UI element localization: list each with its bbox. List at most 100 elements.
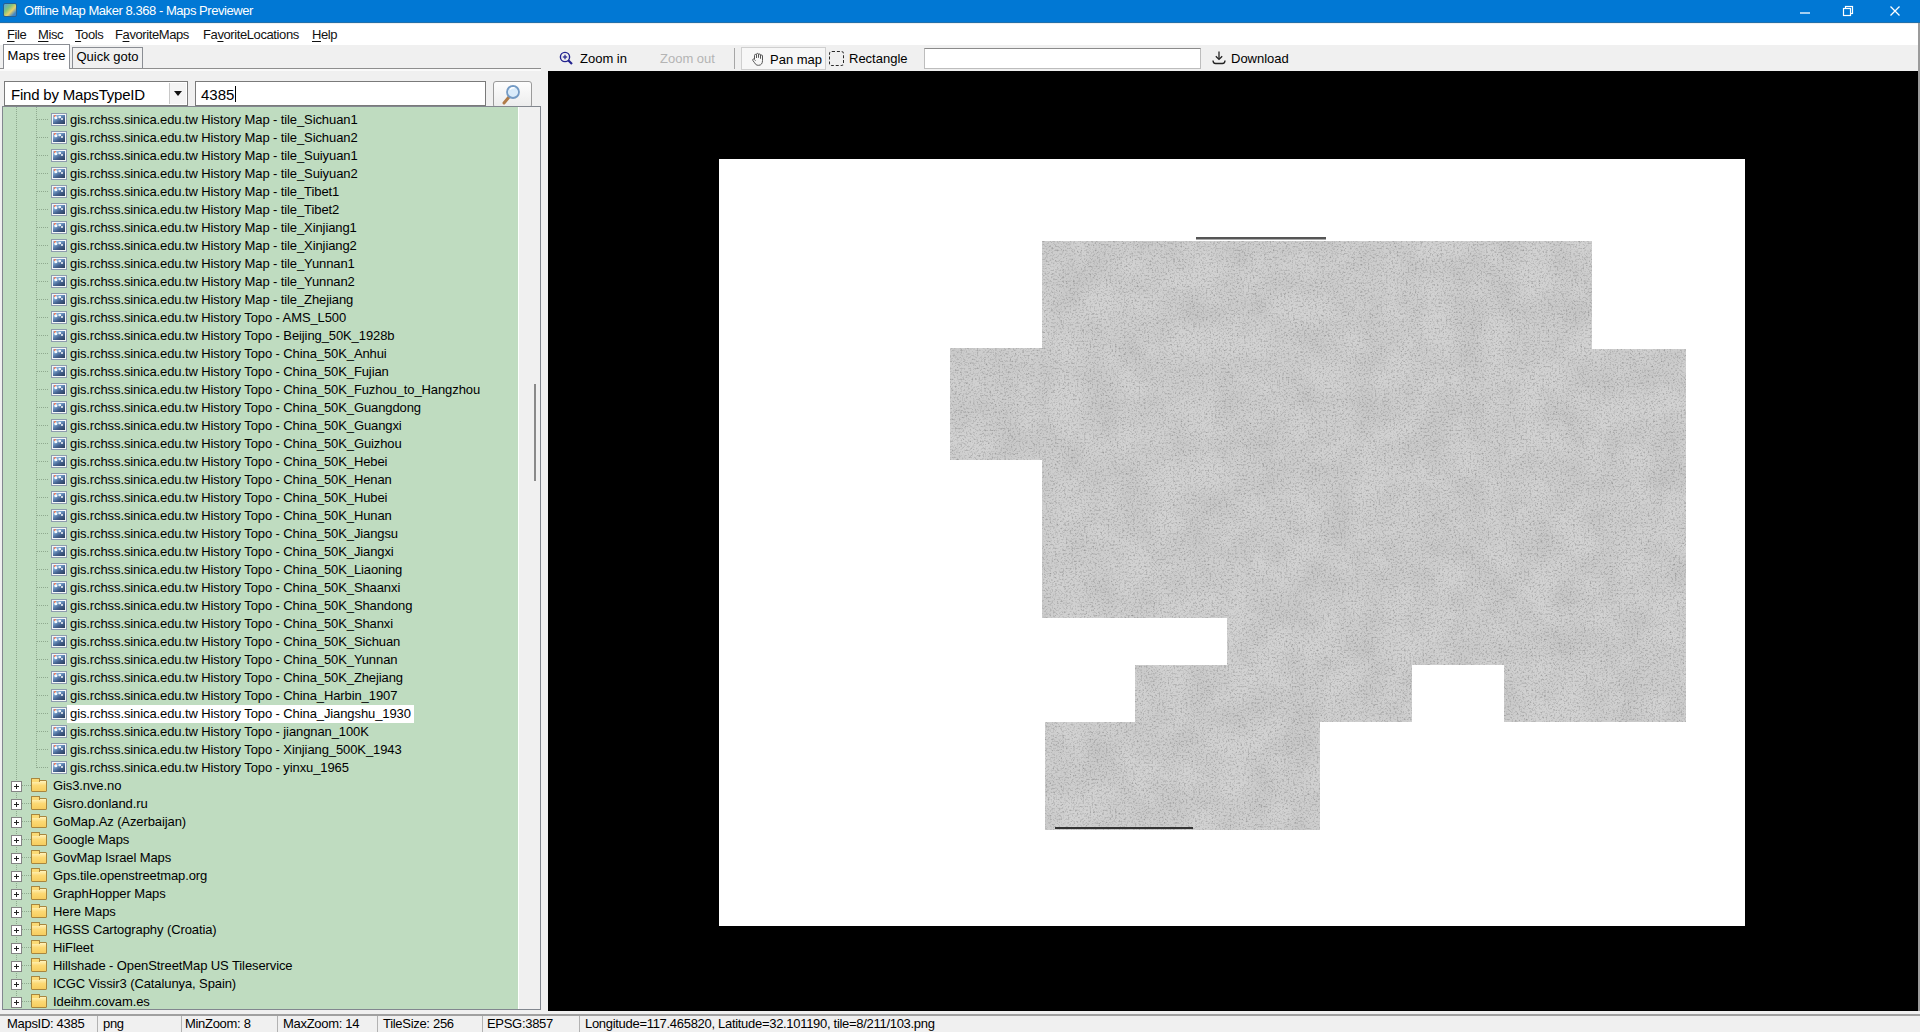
tree-item-label[interactable]: gis.rchss.sinica.edu.tw History Map - ti… [67,183,342,201]
expand-plus-icon[interactable] [11,835,22,846]
tree-item-label[interactable]: gis.rchss.sinica.edu.tw History Topo - C… [67,507,395,525]
tree-row[interactable]: HiFleet [3,939,519,957]
tree-row[interactable]: gis.rchss.sinica.edu.tw History Map - ti… [3,183,519,201]
tree-row[interactable]: gis.rchss.sinica.edu.tw History Topo - C… [3,525,519,543]
tree-folder-label[interactable]: Google Maps [50,831,132,849]
expand-plus-icon[interactable] [11,817,22,828]
tree-row[interactable]: gis.rchss.sinica.edu.tw History Map - ti… [3,219,519,237]
tree-row[interactable]: gis.rchss.sinica.edu.tw History Topo - C… [3,471,519,489]
tree-row[interactable]: gis.rchss.sinica.edu.tw History Map - ti… [3,165,519,183]
tree-folder-label[interactable]: Here Maps [50,903,119,921]
tree-row[interactable]: gis.rchss.sinica.edu.tw History Topo - C… [3,489,519,507]
tree-item-label[interactable]: gis.rchss.sinica.edu.tw History Map - ti… [67,273,358,291]
tree-row[interactable]: Hillshade - OpenStreetMap US Tileservice [3,957,519,975]
tree-row[interactable]: gis.rchss.sinica.edu.tw History Topo - C… [3,543,519,561]
tab-quick-goto[interactable]: Quick goto [72,47,143,68]
expand-plus-icon[interactable] [11,907,22,918]
tree-scrollbar[interactable] [521,107,540,1009]
tree-row[interactable]: gis.rchss.sinica.edu.tw History Map - ti… [3,273,519,291]
download-icon[interactable] [1211,50,1227,67]
tree-item-label[interactable]: gis.rchss.sinica.edu.tw History Topo - A… [67,309,349,327]
expand-plus-icon[interactable] [11,979,22,990]
tree-item-label[interactable]: gis.rchss.sinica.edu.tw History Topo - C… [67,543,397,561]
search-input[interactable]: 4385 [195,81,486,106]
tree-item-label[interactable]: gis.rchss.sinica.edu.tw History Map - ti… [67,111,361,129]
restore-button[interactable] [1825,0,1870,22]
pan-map-button[interactable]: Pan map [741,47,826,70]
tree-row[interactable]: gis.rchss.sinica.edu.tw History Map - ti… [3,129,519,147]
tree-folder-label[interactable]: GovMap Israel Maps [50,849,174,867]
tree-row[interactable]: gis.rchss.sinica.edu.tw History Map - ti… [3,255,519,273]
tree-folder-label[interactable]: Hillshade - OpenStreetMap US Tileservice [50,957,296,975]
tree-row[interactable]: gis.rchss.sinica.edu.tw History Topo - C… [3,597,519,615]
tree-row[interactable]: GoMap.Az (Azerbaijan) [3,813,519,831]
tree-item-label[interactable]: gis.rchss.sinica.edu.tw History Topo - C… [67,381,483,399]
tree-row[interactable]: gis.rchss.sinica.edu.tw History Topo - C… [3,381,519,399]
tree-item-label[interactable]: gis.rchss.sinica.edu.tw History Topo - B… [67,327,397,345]
menu-misc[interactable]: Misc [38,24,63,45]
tree-row[interactable]: gis.rchss.sinica.edu.tw History Map - ti… [3,147,519,165]
find-by-combobox[interactable]: Find by MapsTypeID [4,81,188,106]
tree-item-label[interactable]: gis.rchss.sinica.edu.tw History Topo - C… [67,471,395,489]
tree-item-label[interactable]: gis.rchss.sinica.edu.tw History Topo - C… [67,435,405,453]
tree-row[interactable]: HGSS Cartography (Croatia) [3,921,519,939]
tree-item-label[interactable]: gis.rchss.sinica.edu.tw History Topo - C… [67,705,414,723]
map-viewport[interactable] [548,71,1918,1011]
tree-row[interactable]: gis.rchss.sinica.edu.tw History Map - ti… [3,201,519,219]
tree-item-label[interactable]: gis.rchss.sinica.edu.tw History Map - ti… [67,165,361,183]
tab-maps-tree[interactable]: Maps tree [3,44,70,69]
expand-plus-icon[interactable] [11,853,22,864]
tree-row[interactable]: gis.rchss.sinica.edu.tw History Topo - C… [3,399,519,417]
tree-row[interactable]: gis.rchss.sinica.edu.tw History Map - ti… [3,237,519,255]
menu-help[interactable]: Help [312,24,337,45]
tree-row[interactable]: gis.rchss.sinica.edu.tw History Topo - C… [3,453,519,471]
tree-view[interactable]: gis.rchss.sinica.edu.tw History Map - ti… [3,107,519,1009]
tree-row[interactable]: Ideihm.covam.es [3,993,519,1009]
tree-item-label[interactable]: gis.rchss.sinica.edu.tw History Topo - C… [67,651,400,669]
tree-row[interactable]: gis.rchss.sinica.edu.tw History Topo - B… [3,327,519,345]
tree-item-label[interactable]: gis.rchss.sinica.edu.tw History Topo - C… [67,669,406,687]
tree-row[interactable]: gis.rchss.sinica.edu.tw History Topo - C… [3,615,519,633]
tree-folder-label[interactable]: HiFleet [50,939,96,957]
tree-scrollbar-thumb[interactable] [534,384,536,481]
tree-folder-label[interactable]: HGSS Cartography (Croatia) [50,921,220,939]
menu-favoritemaps[interactable]: FavoriteMaps [115,24,189,45]
tree-item-label[interactable]: gis.rchss.sinica.edu.tw History Topo - C… [67,363,392,381]
tree-row[interactable]: gis.rchss.sinica.edu.tw History Map - ti… [3,111,519,129]
rectangle-button[interactable]: Rectangle [849,46,908,71]
tree-row[interactable]: gis.rchss.sinica.edu.tw History Topo - j… [3,723,519,741]
combo-dropdown-button[interactable] [169,83,186,104]
tree-row[interactable]: Google Maps [3,831,519,849]
tree-row[interactable]: gis.rchss.sinica.edu.tw History Topo - X… [3,741,519,759]
expand-plus-icon[interactable] [11,997,22,1008]
tree-row[interactable]: gis.rchss.sinica.edu.tw History Topo - C… [3,687,519,705]
tree-item-label[interactable]: gis.rchss.sinica.edu.tw History Topo - C… [67,687,400,705]
tree-item-label[interactable]: gis.rchss.sinica.edu.tw History Map - ti… [67,129,361,147]
zoom-out-button[interactable]: Zoom out [660,46,715,71]
tree-item-label[interactable]: gis.rchss.sinica.edu.tw History Topo - C… [67,417,405,435]
map-id-input[interactable] [924,48,1201,69]
tree-row[interactable]: gis.rchss.sinica.edu.tw History Topo - C… [3,651,519,669]
tree-folder-label[interactable]: GraphHopper Maps [50,885,169,903]
rectangle-icon[interactable] [829,51,844,66]
tree-item-label[interactable]: gis.rchss.sinica.edu.tw History Topo - X… [67,741,405,759]
tree-folder-label[interactable]: Gis3.nve.no [50,777,124,795]
tree-folder-label[interactable]: Gps.tile.openstreetmap.org [50,867,210,885]
zoom-in-button[interactable]: Zoom in [580,46,627,71]
tree-item-label[interactable]: gis.rchss.sinica.edu.tw History Topo - C… [67,597,415,615]
search-button[interactable] [493,81,532,108]
close-button[interactable] [1872,0,1917,22]
tree-row[interactable]: gis.rchss.sinica.edu.tw History Topo - C… [3,669,519,687]
zoom-in-icon[interactable] [558,50,575,67]
tree-row[interactable]: Here Maps [3,903,519,921]
tree-folder-label[interactable]: ICGC Vissir3 (Catalunya, Spain) [50,975,239,993]
menu-file[interactable]: File [7,24,26,45]
tree-row[interactable]: gis.rchss.sinica.edu.tw History Map - ti… [3,291,519,309]
tree-row[interactable]: gis.rchss.sinica.edu.tw History Topo - C… [3,363,519,381]
tree-row[interactable]: ICGC Vissir3 (Catalunya, Spain) [3,975,519,993]
tree-item-label[interactable]: gis.rchss.sinica.edu.tw History Map - ti… [67,147,361,165]
tree-row[interactable]: gis.rchss.sinica.edu.tw History Topo - y… [3,759,519,777]
expand-plus-icon[interactable] [11,889,22,900]
tree-row[interactable]: gis.rchss.sinica.edu.tw History Topo - C… [3,507,519,525]
tree-item-label[interactable]: gis.rchss.sinica.edu.tw History Topo - C… [67,399,424,417]
